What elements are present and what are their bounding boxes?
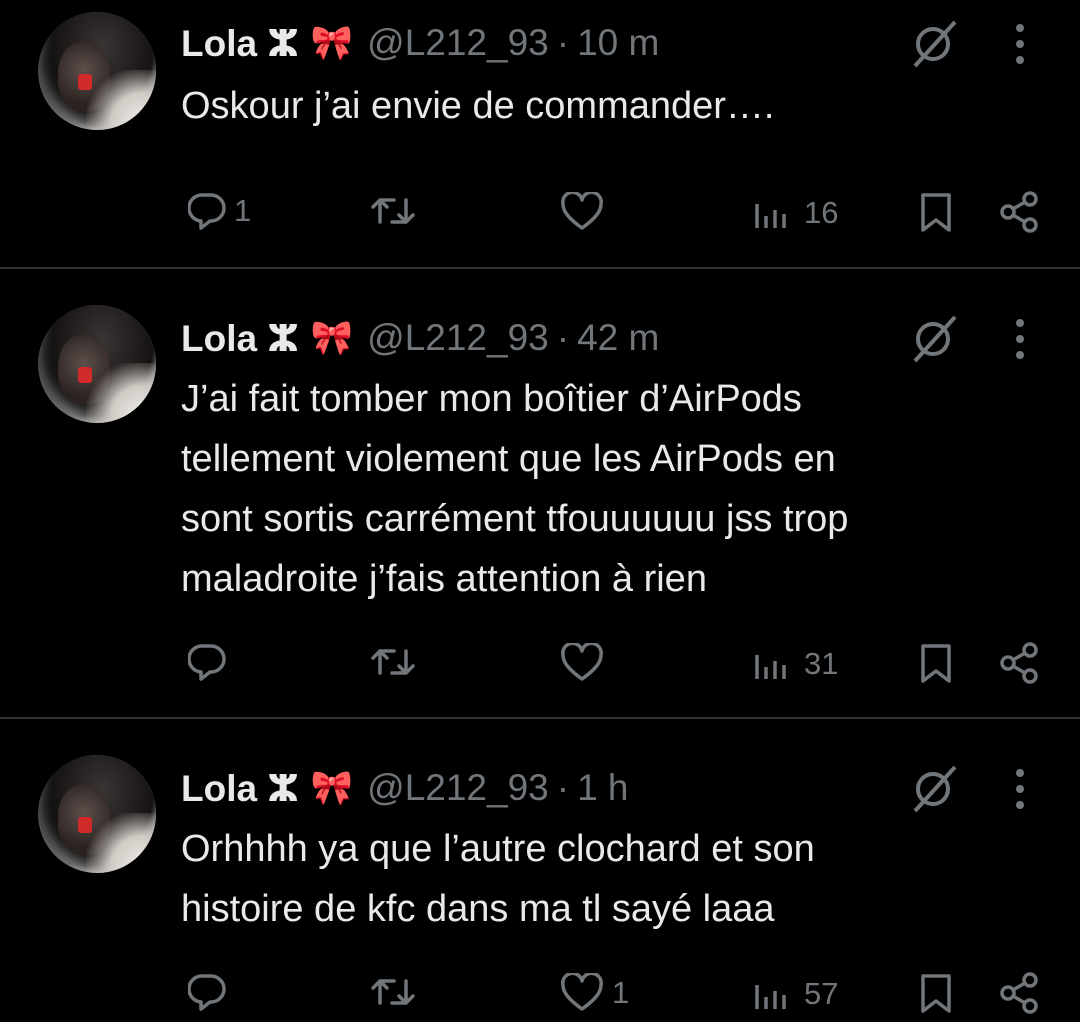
user-handle[interactable]: @L212_93 <box>367 317 549 359</box>
tweet-header: Lola ⵣ 🎀 @L212_93 · 42 m <box>181 313 659 363</box>
more-icon[interactable] <box>1005 311 1035 367</box>
share-icon <box>1000 642 1038 684</box>
user-handle[interactable]: @L212_93 <box>367 767 549 809</box>
like-button[interactable] <box>560 643 612 683</box>
retweet-button[interactable] <box>370 192 416 230</box>
display-name[interactable]: Lola ⵣ <box>181 22 299 65</box>
ribbon-emoji: 🎀 <box>310 24 354 62</box>
reply-button[interactable] <box>188 641 234 683</box>
bookmark-icon <box>921 974 951 1013</box>
timestamp[interactable]: 42 m <box>577 317 659 359</box>
tweet-text: Orhhhh ya que l’autre clochard et son hi… <box>181 828 815 930</box>
views-button[interactable]: 57 <box>752 975 838 1013</box>
like-button[interactable] <box>560 192 612 232</box>
timestamp[interactable]: 1 h <box>577 767 628 809</box>
share-button[interactable] <box>998 190 1040 234</box>
user-handle[interactable]: @L212_93 <box>367 22 549 64</box>
bookmark-icon <box>921 644 951 683</box>
views-button[interactable]: 16 <box>752 194 838 232</box>
share-icon <box>1000 972 1038 1014</box>
views-count: 57 <box>804 976 839 1011</box>
views-icon <box>755 655 786 679</box>
like-count: 1 <box>612 975 630 1010</box>
tweet-actions: 1 57 <box>0 969 1080 1019</box>
heart-icon <box>561 643 603 681</box>
bookmark-button[interactable] <box>918 643 954 685</box>
avatar[interactable] <box>38 305 156 423</box>
avatar[interactable] <box>38 12 156 130</box>
bookmark-button[interactable] <box>918 192 954 234</box>
separator-dot: · <box>556 767 570 808</box>
views-count: 31 <box>804 646 839 681</box>
tweet-actions: 31 <box>0 639 1080 689</box>
tweet[interactable]: Lola ⵣ 🎀 @L212_93 · 1 h Orhhhh ya que l’… <box>0 719 1080 1022</box>
heart-icon <box>561 973 603 1011</box>
avatar[interactable] <box>38 755 156 873</box>
display-name[interactable]: Lola ⵣ <box>181 317 299 360</box>
more-icon[interactable] <box>1005 16 1035 72</box>
reply-button[interactable]: 1 <box>188 190 251 232</box>
share-button[interactable] <box>998 641 1040 685</box>
reply-icon <box>188 193 226 230</box>
retweet-icon <box>371 198 415 224</box>
ribbon-emoji: 🎀 <box>310 769 354 807</box>
views-icon <box>755 985 786 1009</box>
grok-icon[interactable] <box>905 761 961 817</box>
grok-icon[interactable] <box>905 16 961 72</box>
views-icon <box>755 204 786 228</box>
separator-dot: · <box>556 22 570 63</box>
bookmark-icon <box>921 193 951 232</box>
retweet-icon <box>371 979 415 1005</box>
ribbon-emoji: 🎀 <box>310 319 354 357</box>
retweet-button[interactable] <box>370 643 416 681</box>
tweet-header: Lola ⵣ 🎀 @L212_93 · 10 m <box>181 18 659 68</box>
tweet-text: Oskour j’ai envie de commander…. <box>181 85 775 127</box>
retweet-button[interactable] <box>370 973 416 1011</box>
tweet-actions: 1 16 <box>0 188 1080 238</box>
reply-button[interactable] <box>188 971 234 1013</box>
reply-count: 1 <box>234 193 252 228</box>
views-count: 16 <box>804 195 839 230</box>
views-button[interactable]: 31 <box>752 645 838 683</box>
bookmark-button[interactable] <box>918 973 954 1015</box>
like-button[interactable]: 1 <box>560 973 629 1013</box>
tweet-header: Lola ⵣ 🎀 @L212_93 · 1 h <box>181 763 629 813</box>
separator-dot: · <box>556 317 570 358</box>
reply-icon <box>188 974 226 1011</box>
timestamp[interactable]: 10 m <box>577 22 659 64</box>
tweet[interactable]: Lola ⵣ 🎀 @L212_93 · 10 m Oskour j’ai env… <box>0 0 1080 268</box>
retweet-icon <box>371 649 415 675</box>
share-icon <box>1000 191 1038 233</box>
heart-icon <box>561 192 603 230</box>
tweet-text: J’ai fait tomber mon boîtier d’AirPods t… <box>181 378 849 600</box>
grok-icon[interactable] <box>905 311 961 367</box>
display-name[interactable]: Lola ⵣ <box>181 767 299 810</box>
more-icon[interactable] <box>1005 761 1035 817</box>
share-button[interactable] <box>998 971 1040 1015</box>
tweet[interactable]: Lola ⵣ 🎀 @L212_93 · 42 m J’ai fait tombe… <box>0 269 1080 717</box>
reply-icon <box>188 644 226 681</box>
